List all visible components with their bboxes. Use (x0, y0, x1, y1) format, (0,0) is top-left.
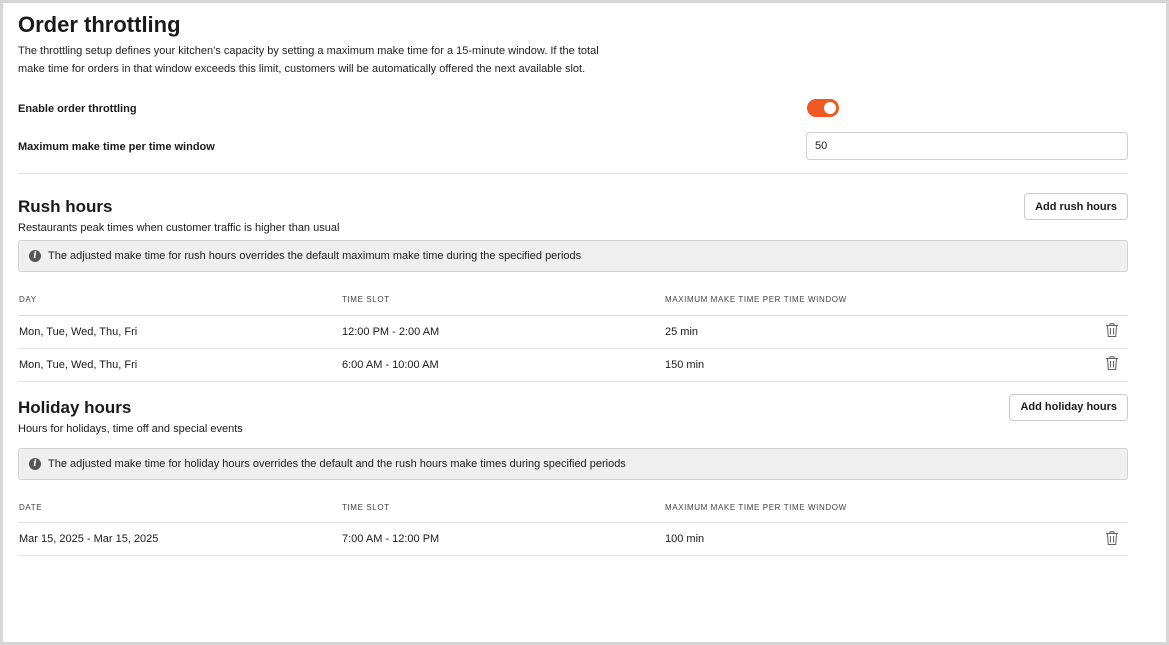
column-header-actions (1094, 285, 1128, 316)
column-header-time-slot: TIME SLOT (341, 492, 664, 523)
row-actions (1094, 522, 1128, 556)
rush-hours-table: DAY TIME SLOT MAXIMUM MAKE TIME PER TIME… (18, 285, 1128, 382)
column-header-time-slot: TIME SLOT (341, 285, 664, 316)
row-time-slot: 12:00 PM - 2:00 AM (341, 315, 664, 349)
column-header-date: DATE (18, 492, 341, 523)
row-day: Mon, Tue, Wed, Thu, Fri (18, 315, 341, 349)
row-max-make-time: 25 min (664, 315, 1094, 349)
column-header-day: DAY (18, 285, 341, 316)
info-icon: i (29, 250, 41, 262)
row-date: Mar 15, 2025 - Mar 15, 2025 (18, 522, 341, 556)
holiday-hours-notice-text: The adjusted make time for holiday hours… (48, 457, 626, 470)
trash-icon[interactable] (1105, 355, 1119, 371)
row-max-make-time: 100 min (664, 522, 1094, 556)
table-header-row: DATE TIME SLOT MAXIMUM MAKE TIME PER TIM… (18, 492, 1128, 523)
row-time-slot: 7:00 AM - 12:00 PM (341, 522, 664, 556)
holiday-hours-table: DATE TIME SLOT MAXIMUM MAKE TIME PER TIM… (18, 492, 1128, 556)
enable-throttling-toggle[interactable] (807, 99, 839, 117)
holiday-hours-subtitle: Hours for holidays, time off and special… (18, 422, 243, 435)
add-rush-hours-button[interactable]: Add rush hours (1024, 193, 1128, 220)
max-make-time-row: Maximum make time per time window (18, 132, 1128, 160)
holiday-hours-title: Holiday hours (18, 397, 132, 417)
holiday-hours-header: Holiday hours Hours for holidays, time o… (18, 393, 1128, 441)
row-time-slot: 6:00 AM - 10:00 AM (341, 348, 664, 382)
row-day: Mon, Tue, Wed, Thu, Fri (18, 348, 341, 382)
info-icon: i (29, 457, 41, 470)
max-make-time-label: Maximum make time per time window (18, 141, 215, 153)
row-max-make-time: 150 min (664, 348, 1094, 382)
rush-hours-notice: i The adjusted make time for rush hours … (18, 240, 1128, 272)
column-header-actions (1094, 492, 1128, 523)
table-header-row: DAY TIME SLOT MAXIMUM MAKE TIME PER TIME… (18, 285, 1128, 316)
table-row: Mar 15, 2025 - Mar 15, 2025 7:00 AM - 12… (18, 522, 1128, 556)
throttling-settings-panel: Order throttling The throttling setup de… (18, 11, 1128, 556)
row-actions (1094, 348, 1128, 382)
add-holiday-hours-button[interactable]: Add holiday hours (1009, 393, 1128, 421)
enable-throttling-label: Enable order throttling (18, 103, 137, 115)
rush-hours-title: Rush hours (18, 197, 113, 216)
page-description: The throttling setup defines your kitche… (18, 45, 599, 75)
max-make-time-input[interactable] (806, 132, 1128, 160)
trash-icon[interactable] (1105, 530, 1119, 546)
row-actions (1094, 315, 1128, 349)
table-row: Mon, Tue, Wed, Thu, Fri 12:00 PM - 2:00 … (18, 315, 1128, 349)
holiday-hours-notice: i The adjusted make time for holiday hou… (18, 447, 1128, 480)
trash-icon[interactable] (1105, 322, 1119, 338)
page-title: Order throttling (18, 12, 181, 37)
rush-hours-subtitle: Restaurants peak times when customer tra… (18, 222, 340, 234)
column-header-max-make-time: MAXIMUM MAKE TIME PER TIME WINDOW (664, 492, 1094, 523)
enable-throttling-row: Enable order throttling (18, 99, 1128, 119)
toggle-knob (824, 102, 836, 114)
rush-hours-notice-text: The adjusted make time for rush hours ov… (48, 250, 582, 262)
section-divider (18, 173, 1128, 174)
table-row: Mon, Tue, Wed, Thu, Fri 6:00 AM - 10:00 … (18, 348, 1128, 382)
app-frame: Order throttling The throttling setup de… (0, 0, 1169, 645)
column-header-max-make-time: MAXIMUM MAKE TIME PER TIME WINDOW (664, 285, 1094, 316)
rush-hours-header: Rush hours Restaurants peak times when c… (18, 193, 1128, 240)
